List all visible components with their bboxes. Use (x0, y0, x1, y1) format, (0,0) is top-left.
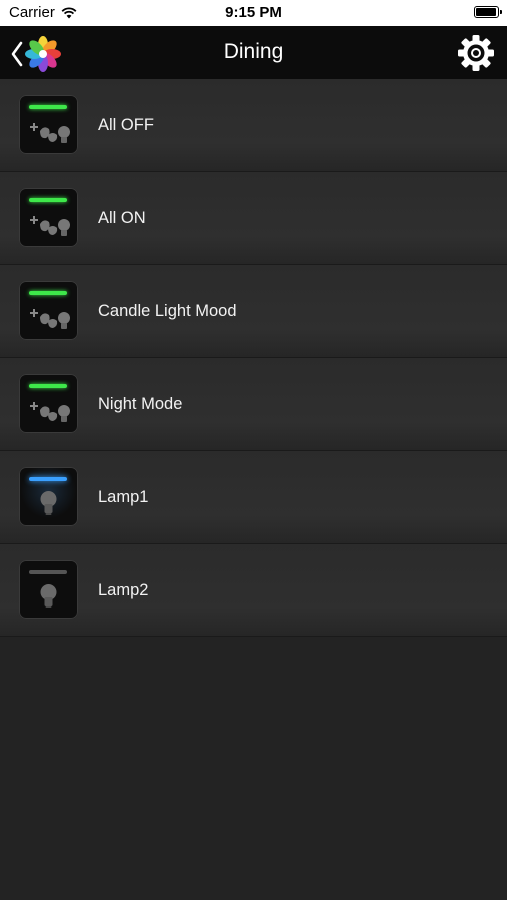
scene-row-all-on[interactable]: All ON (0, 172, 507, 265)
screen: Carrier 9:15 PM Dining All OFF All ON Ca… (0, 0, 507, 900)
device-label: Lamp1 (98, 488, 149, 506)
bulb-icon (19, 560, 78, 619)
gear-icon (458, 35, 494, 71)
bulb-icon (19, 467, 78, 526)
scene-label: Night Mode (98, 395, 183, 413)
status-time: 9:15 PM (225, 4, 282, 21)
scene-icon (19, 188, 78, 247)
device-label: Lamp2 (98, 581, 149, 599)
scene-list: All OFF All ON Candle Light Mood Night M… (0, 79, 507, 637)
scene-label: Candle Light Mood (98, 302, 237, 320)
device-row-lamp1[interactable]: Lamp1 (0, 451, 507, 544)
scene-icon (19, 95, 78, 154)
page-title: Dining (223, 40, 284, 63)
nav-bar: Dining (0, 26, 507, 79)
status-bar: Carrier 9:15 PM (0, 0, 507, 26)
scene-icon (19, 374, 78, 433)
scene-row-all-off[interactable]: All OFF (0, 79, 507, 172)
scene-label: All ON (98, 209, 146, 227)
scene-icon (19, 281, 78, 340)
scene-row-candle-light-mood[interactable]: Candle Light Mood (0, 265, 507, 358)
battery-icon (474, 6, 502, 18)
scene-row-night-mode[interactable]: Night Mode (0, 358, 507, 451)
scene-label: All OFF (98, 116, 154, 134)
device-row-lamp2[interactable]: Lamp2 (0, 544, 507, 637)
settings-button[interactable] (457, 34, 495, 72)
empty-list-area (0, 637, 507, 900)
